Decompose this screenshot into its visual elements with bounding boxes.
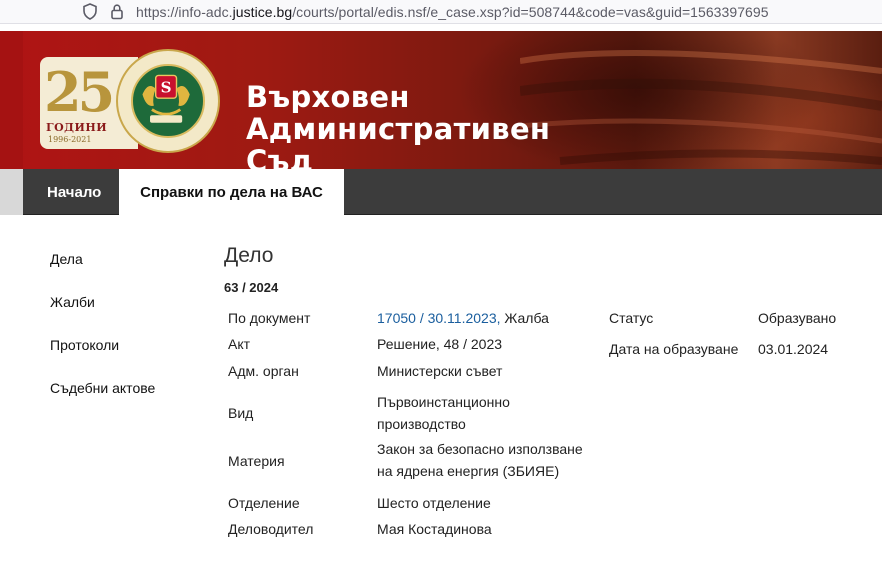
lock-icon[interactable] bbox=[110, 3, 124, 20]
banner-left-strip bbox=[0, 31, 23, 169]
nav-case-lookup[interactable]: Справки по дела на ВАС bbox=[119, 169, 344, 215]
url-host: justice.bg bbox=[232, 4, 293, 20]
sidebar-item-protocols[interactable]: Протоколи bbox=[50, 337, 119, 353]
case-number: 63 / 2024 bbox=[224, 280, 279, 295]
label-document: По документ bbox=[228, 310, 311, 326]
sidebar-item-cases[interactable]: Дела bbox=[50, 251, 83, 267]
value-document: 17050 / 30.11.2023, Жалба bbox=[377, 307, 549, 329]
label-subject: Материя bbox=[228, 453, 285, 469]
nav-left-gutter bbox=[0, 169, 23, 215]
shield-icon[interactable] bbox=[82, 3, 98, 20]
logo-years: ГОДИНИ bbox=[46, 121, 108, 134]
main-nav: Начало Справки по дела на ВАС bbox=[23, 169, 882, 215]
document-type: Жалба bbox=[500, 310, 549, 326]
value-act: Решение, 48 / 2023 bbox=[377, 336, 503, 352]
sidebar-item-appeals[interactable]: Жалби bbox=[50, 294, 95, 310]
url-prefix: https://info-adc. bbox=[136, 4, 233, 20]
value-subject: Закон за безопасно използване на ядрена … bbox=[377, 438, 583, 482]
value-department: Шесто отделение bbox=[377, 495, 491, 511]
title-line-1: Върховен bbox=[246, 80, 410, 114]
case-heading: Дело bbox=[224, 244, 274, 267]
label-created-date: Дата на образуване bbox=[609, 341, 739, 357]
nav-home[interactable]: Начало bbox=[47, 169, 101, 215]
url-text[interactable]: https://info-adc.justice.bg/courts/porta… bbox=[136, 4, 769, 20]
svg-text:S: S bbox=[161, 78, 172, 96]
banner-texture bbox=[520, 50, 882, 165]
value-kind: Първоинстанционно производство bbox=[377, 391, 510, 435]
title-line-2: Административен bbox=[246, 112, 551, 146]
label-clerk: Деловодител bbox=[228, 521, 314, 537]
label-authority: Адм. орган bbox=[228, 363, 299, 379]
browser-url-bar[interactable]: https://info-adc.justice.bg/courts/porta… bbox=[0, 0, 882, 24]
value-clerk: Мая Костадинова bbox=[377, 521, 492, 537]
label-department: Отделение bbox=[228, 495, 300, 511]
seal-emblem: S bbox=[131, 64, 205, 138]
document-link[interactable]: 17050 / 30.11.2023, bbox=[377, 310, 501, 326]
label-kind: Вид bbox=[228, 405, 254, 421]
url-path: /courts/portal/edis.nsf/e_case.xsp?id=50… bbox=[292, 4, 769, 20]
lions-emblem-icon: S bbox=[142, 74, 190, 123]
court-title[interactable]: Върховен Административен Съд bbox=[246, 81, 550, 177]
value-status: Образувано bbox=[758, 310, 837, 326]
sidebar-item-court-acts[interactable]: Съдебни актове bbox=[50, 380, 155, 396]
value-authority: Министерски съвет bbox=[377, 363, 503, 379]
value-subject-line-2: на ядрена енергия (ЗБИЯЕ) bbox=[377, 463, 560, 479]
label-act: Акт bbox=[228, 336, 251, 352]
value-subject-line-1: Закон за безопасно използване bbox=[377, 441, 583, 457]
logo-number: 25 bbox=[44, 60, 115, 124]
value-kind-line-2: производство bbox=[377, 416, 466, 432]
court-seal-logo[interactable]: S bbox=[116, 49, 220, 153]
logo-dates: 1996-2021 bbox=[48, 135, 92, 144]
label-status: Статус bbox=[609, 310, 654, 326]
site-header-banner: 25 ГОДИНИ 1996-2021 S Върховен Администр… bbox=[0, 31, 882, 177]
value-kind-line-1: Първоинстанционно bbox=[377, 394, 510, 410]
value-created-date: 03.01.2024 bbox=[758, 341, 829, 357]
